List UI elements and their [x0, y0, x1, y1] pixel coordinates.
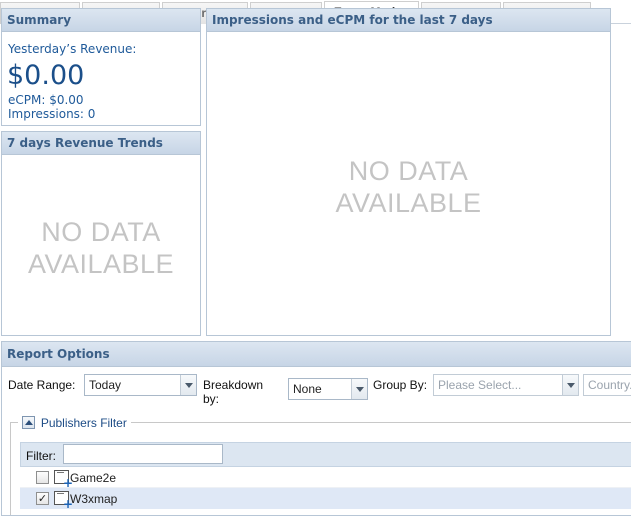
- publisher-icon: [54, 470, 73, 489]
- breakdown-label-line2: by:: [203, 392, 220, 406]
- publisher-name: Game2e: [70, 471, 117, 485]
- summary-panel-title: Summary: [2, 9, 200, 32]
- publisher-checkbox[interactable]: ✓: [36, 492, 49, 505]
- yesterday-revenue-label: Yesterday’s Revenue:: [8, 42, 137, 56]
- chevron-down-icon: [562, 375, 578, 395]
- group-by-placeholder: Please Select...: [438, 378, 522, 392]
- list-item[interactable]: Game2e: [20, 467, 631, 489]
- chevron-down-icon: [351, 379, 367, 399]
- filter-header-row: Filter:: [20, 442, 631, 467]
- impressions-no-data-line1: NO DATA: [348, 156, 469, 186]
- breakdown-label-line1: Breakdown: [203, 378, 264, 392]
- publisher-checkbox[interactable]: [36, 471, 49, 484]
- date-range-select[interactable]: Today: [84, 374, 197, 396]
- revenue-trends-no-data-line2: AVAILABLE: [27, 249, 175, 279]
- collapse-toggle-icon[interactable]: [22, 416, 35, 429]
- publishers-filter-legend: Publishers Filter: [18, 415, 131, 431]
- revenue-trends-panel: 7 days Revenue Trends NO DATA AVAILABLE: [1, 131, 201, 336]
- revenue-trends-title: 7 days Revenue Trends: [2, 132, 200, 155]
- revenue-trends-no-data-line1: NO DATA: [41, 217, 161, 247]
- country-select[interactable]: Country...: [583, 374, 631, 396]
- impressions-no-data-line2: AVAILABLE: [335, 188, 482, 218]
- ecpm-value: eCPM: $0.00: [8, 93, 84, 107]
- date-range-value: Today: [89, 378, 122, 392]
- group-by-select[interactable]: Please Select...: [433, 374, 579, 396]
- country-placeholder: Country...: [588, 378, 631, 392]
- publisher-name: W3xmap: [70, 492, 118, 506]
- filter-label: Filter:: [26, 449, 56, 463]
- revenue-trends-no-data: NO DATA AVAILABLE: [2, 216, 200, 280]
- revenue-value: $0.00: [7, 60, 85, 91]
- date-range-label: Date Range:: [8, 378, 76, 392]
- impressions-panel-title: Impressions and eCPM for the last 7 days: [207, 9, 610, 32]
- impressions-value: Impressions: 0: [8, 107, 96, 121]
- filter-input[interactable]: [63, 444, 223, 464]
- list-item[interactable]: ✓ W3xmap: [20, 488, 631, 510]
- breakdown-select[interactable]: None: [288, 378, 368, 400]
- publishers-filter-title: Publishers Filter: [40, 415, 127, 430]
- chevron-down-icon: [180, 375, 196, 395]
- report-options-panel: Report Options Date Range: Today Breakdo…: [1, 341, 631, 516]
- impressions-ecpm-panel: Impressions and eCPM for the last 7 days…: [206, 8, 611, 336]
- report-options-title: Report Options: [2, 342, 631, 367]
- publisher-icon: [54, 491, 73, 510]
- group-by-label: Group By:: [373, 378, 428, 392]
- breakdown-label: Breakdown by:: [203, 378, 263, 406]
- impressions-no-data: NO DATA AVAILABLE: [207, 155, 610, 219]
- breakdown-value: None: [293, 382, 322, 396]
- summary-panel: Summary Yesterday’s Revenue: $0.00 eCPM:…: [1, 8, 201, 126]
